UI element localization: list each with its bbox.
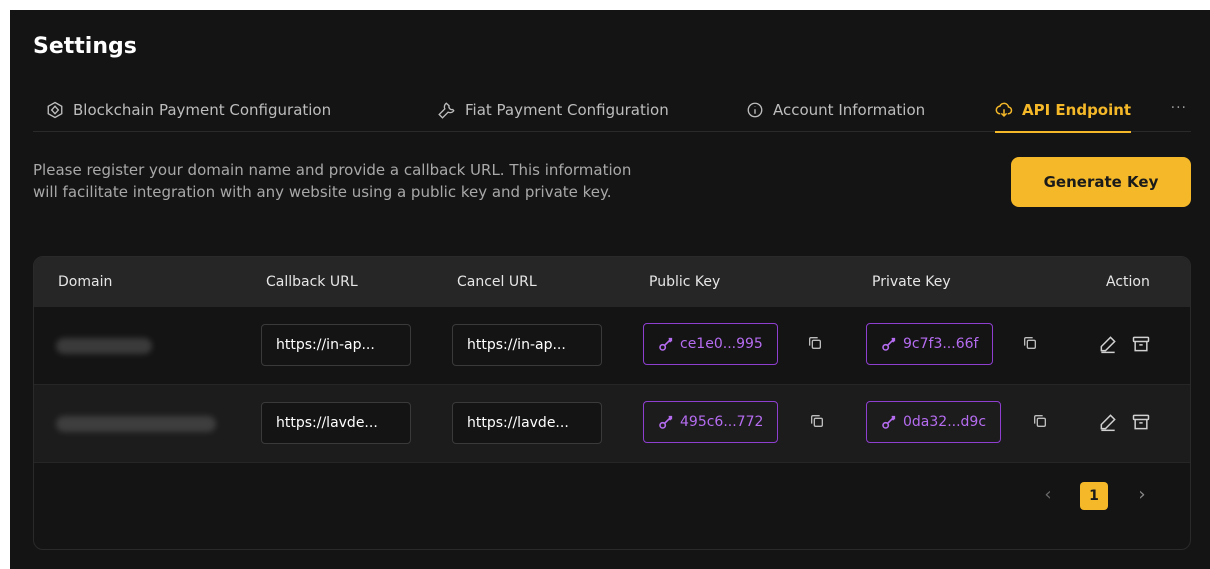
next-page-button[interactable]: › — [1132, 484, 1152, 508]
edit-icon[interactable] — [1098, 334, 1118, 354]
wrench-icon — [438, 102, 455, 119]
archive-icon[interactable] — [1131, 334, 1151, 354]
tab-label: Account Information — [773, 101, 926, 119]
settings-app: Settings Blockchain Payment Configuratio… — [10, 10, 1210, 569]
domain-redacted — [56, 416, 216, 432]
blockchain-icon — [47, 101, 63, 119]
public-key-chip[interactable]: 495c6...772 — [643, 401, 779, 443]
tab-label: Blockchain Payment Configuration — [73, 101, 332, 119]
tab-label: API Endpoint — [1022, 101, 1132, 119]
key-icon — [659, 337, 673, 351]
edit-icon[interactable] — [1098, 412, 1118, 432]
column-header-domain: Domain — [58, 274, 113, 290]
key-icon — [882, 337, 896, 351]
public-key-chip[interactable]: ce1e0...995 — [643, 323, 778, 365]
column-header-callback-url: Callback URL — [266, 274, 358, 290]
page-title: Settings — [33, 34, 137, 59]
copy-icon[interactable] — [1032, 413, 1048, 429]
tab-bar: Blockchain Payment Configuration Fiat Pa… — [33, 88, 1191, 133]
generate-key-button[interactable]: Generate Key — [1011, 157, 1191, 207]
domain-redacted — [56, 338, 152, 354]
table-header: Domain Callback URL Cancel URL Public Ke… — [34, 257, 1190, 307]
tab-fiat-payment[interactable]: Fiat Payment Configuration — [438, 88, 669, 132]
callback-url-field[interactable]: https://in-ap... — [261, 324, 411, 366]
info-icon — [747, 102, 763, 118]
copy-icon[interactable] — [809, 413, 825, 429]
public-key-value: 495c6...772 — [680, 414, 764, 430]
private-key-value: 0da32...d9c — [903, 414, 987, 430]
tab-account-information[interactable]: Account Information — [746, 88, 925, 132]
cancel-url-field[interactable]: https://lavde... — [452, 402, 602, 444]
archive-icon[interactable] — [1131, 412, 1151, 432]
table-row: https://in-ap... https://in-ap... ce1e0.… — [34, 307, 1190, 385]
private-key-chip[interactable]: 0da32...d9c — [866, 401, 1002, 443]
column-header-action: Action — [1106, 274, 1150, 290]
column-header-cancel-url: Cancel URL — [457, 274, 537, 290]
tab-api-endpoint[interactable]: API Endpoint — [995, 88, 1132, 133]
copy-icon[interactable] — [1022, 335, 1038, 351]
cancel-url-field[interactable]: https://in-ap... — [452, 324, 602, 366]
table-row: https://lavde... https://lavde... 495c6.… — [34, 385, 1190, 463]
column-header-public-key: Public Key — [649, 274, 721, 290]
public-key-value: ce1e0...995 — [680, 336, 763, 352]
private-key-value: 9c7f3...66f — [903, 336, 979, 352]
key-icon — [882, 415, 896, 429]
column-header-private-key: Private Key — [872, 274, 951, 290]
page-number-button[interactable]: 1 — [1080, 482, 1108, 510]
tab-blockchain-payment[interactable]: Blockchain Payment Configuration — [46, 88, 331, 132]
tab-label: Fiat Payment Configuration — [465, 101, 669, 119]
callback-url-field[interactable]: https://lavde... — [261, 402, 411, 444]
pagination: ‹ 1 › — [34, 464, 1190, 524]
key-icon — [659, 415, 673, 429]
description-text: Please register your domain name and pro… — [33, 161, 632, 201]
more-tabs-button[interactable]: ··· — [1171, 100, 1187, 116]
cloud-download-icon — [995, 102, 1013, 118]
previous-page-button[interactable]: ‹ — [1038, 484, 1058, 508]
api-keys-table: Domain Callback URL Cancel URL Public Ke… — [33, 256, 1191, 550]
private-key-chip[interactable]: 9c7f3...66f — [866, 323, 994, 365]
copy-icon[interactable] — [807, 335, 823, 351]
